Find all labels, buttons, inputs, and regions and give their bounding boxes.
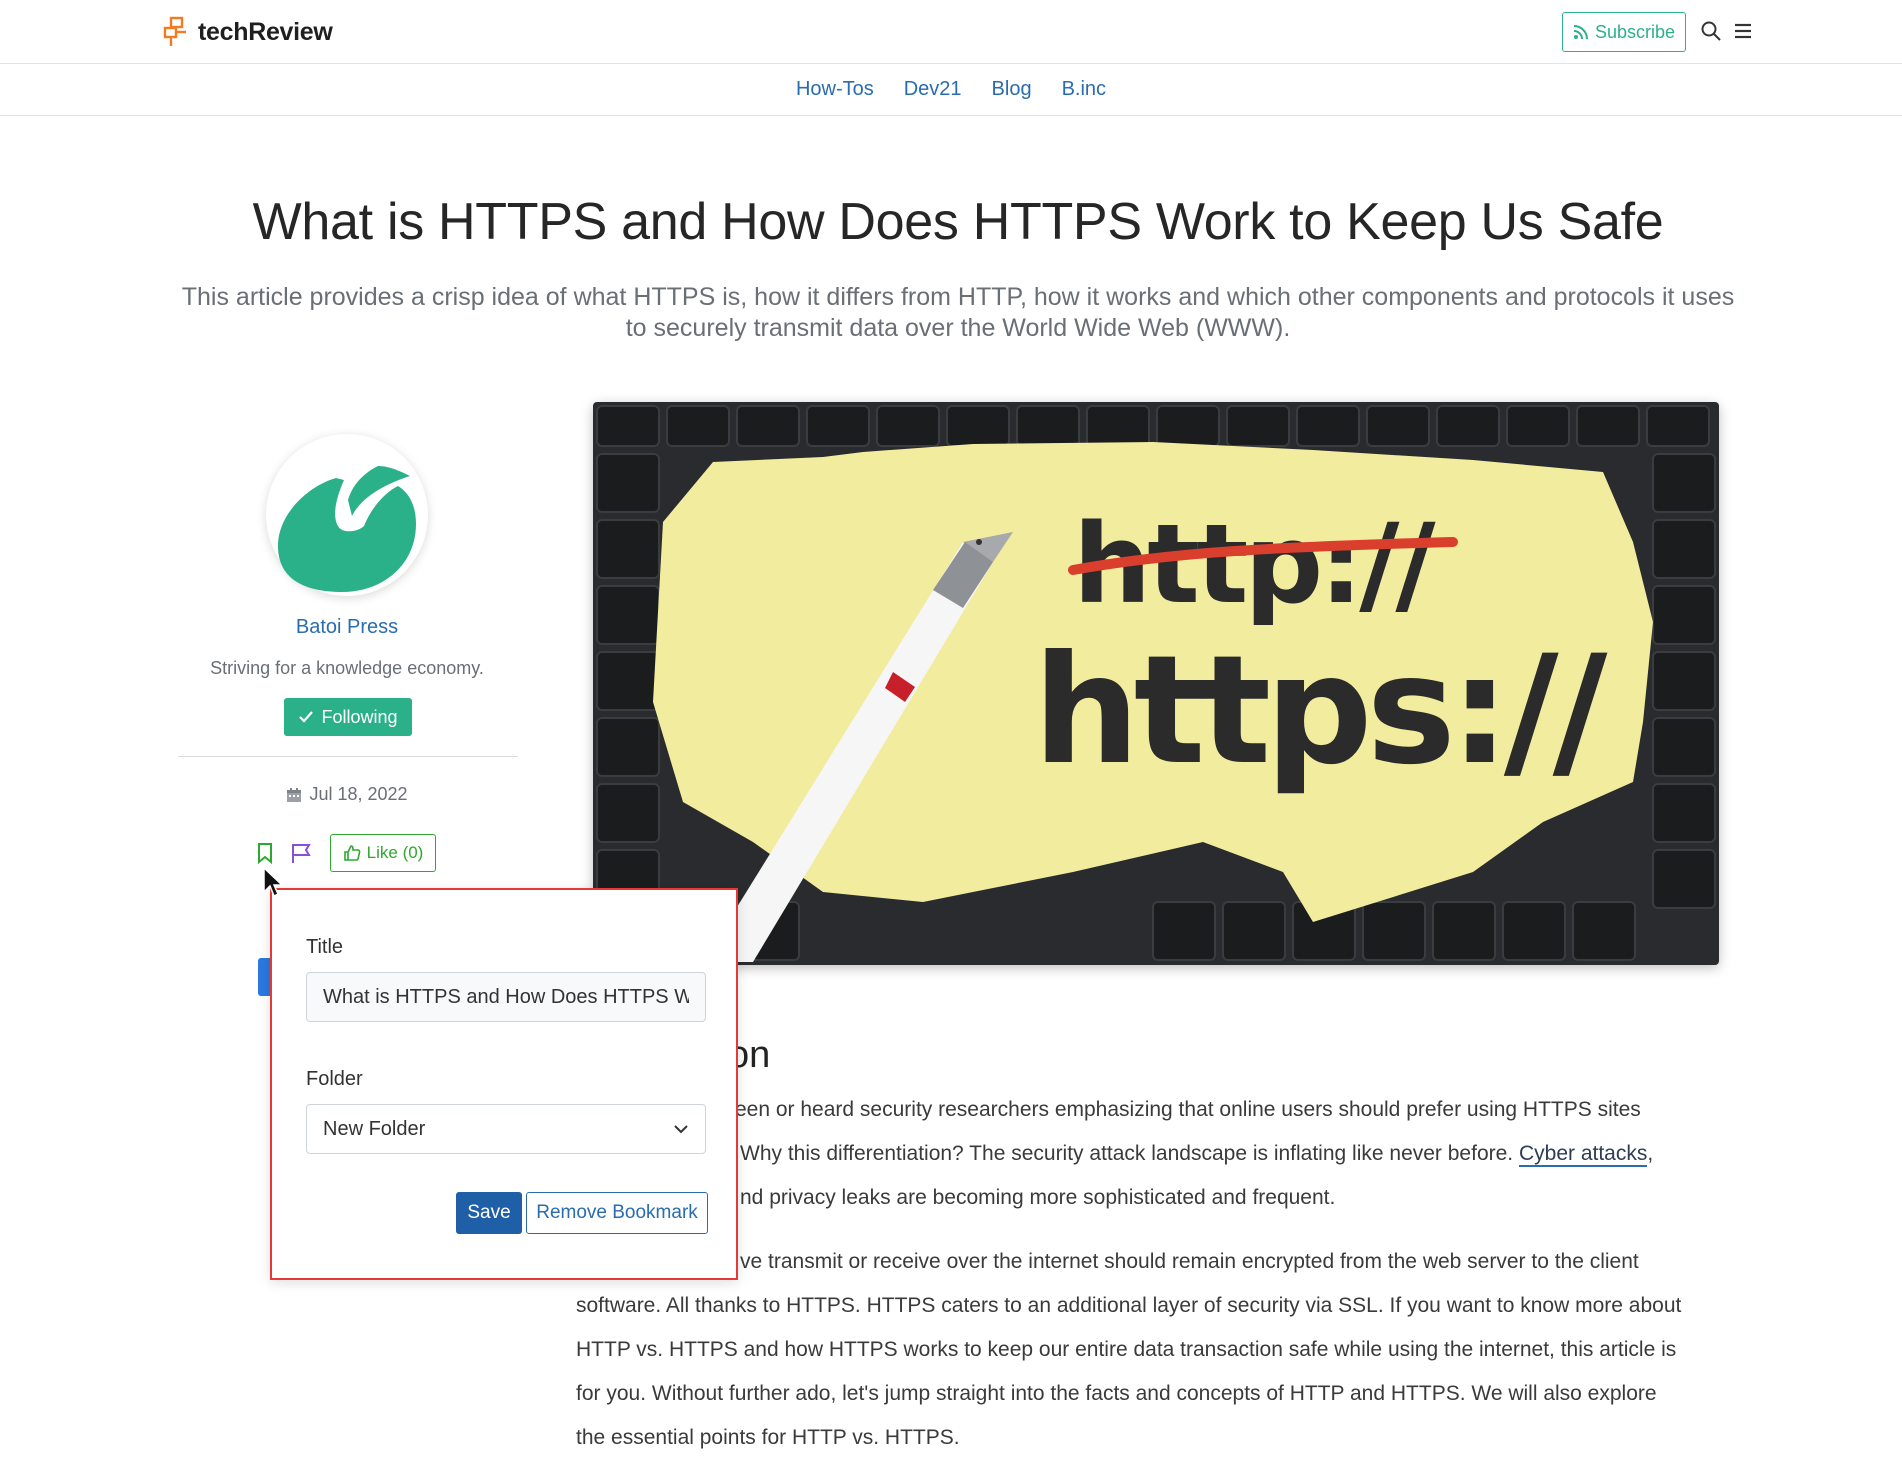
search-icon[interactable] (1700, 20, 1722, 42)
chevron-down-icon (674, 1125, 688, 1134)
thumbs-up-icon (343, 845, 361, 861)
para1-line1: een or heard security researchers emphas… (735, 1098, 1641, 1121)
nav-item-binc[interactable]: B.inc (1062, 78, 1106, 101)
brand-logo[interactable]: techReview (162, 16, 333, 48)
flag-icon[interactable] (290, 842, 312, 864)
share-button-edge[interactable] (258, 958, 270, 996)
mouse-cursor-icon (263, 866, 284, 898)
save-button[interactable]: Save (456, 1192, 522, 1234)
like-button[interactable]: Like (0) (330, 834, 436, 872)
bookmark-folder-value: New Folder (323, 1117, 426, 1140)
calendar-icon (287, 787, 302, 802)
like-label: Like (0) (366, 843, 424, 862)
brand-name: techReview (198, 17, 333, 46)
para1-line2-text: Why this differentiation? The security a… (740, 1142, 1514, 1165)
bookmark-title-input[interactable] (306, 972, 706, 1022)
category-nav: How-Tos Dev21 Blog B.inc (0, 64, 1902, 116)
nav-item-how-tos[interactable]: How-Tos (796, 78, 874, 101)
check-icon (299, 711, 314, 723)
publish-date-text: Jul 18, 2022 (309, 784, 408, 804)
para1-comma: , (1647, 1142, 1654, 1165)
para2-line2: software. All thanks to HTTPS. HTTPS cat… (576, 1294, 1682, 1317)
para2-line3: HTTP vs. HTTPS and how HTTPS works to ke… (576, 1338, 1677, 1361)
author-avatar[interactable] (266, 434, 428, 596)
para2-line5: the essential points for HTTP vs. HTTPS. (576, 1426, 960, 1449)
subscribe-label: Subscribe (1594, 21, 1676, 42)
author-logo-icon (278, 466, 416, 592)
remove-bookmark-button[interactable]: Remove Bookmark (526, 1192, 708, 1234)
article-title: What is HTTPS and How Does HTTPS Work to… (252, 193, 1664, 251)
menu-icon[interactable] (1732, 20, 1754, 42)
para2-line4: for you. Without further ado, let's jump… (576, 1382, 1657, 1405)
hero-illustration: http:// https:// (593, 402, 1719, 965)
bookmark-folder-select[interactable]: New Folder (306, 1104, 706, 1154)
bookmark-icon[interactable] (256, 842, 274, 864)
bookmark-title-label: Title (306, 936, 344, 958)
bookmark-popover: Title Folder New Folder Save Remove Book… (270, 888, 738, 1280)
article-subtitle: This article provides a crisp idea of wh… (181, 283, 1735, 342)
bookmark-folder-label: Folder (306, 1068, 363, 1090)
following-button[interactable]: Following (284, 698, 412, 736)
top-header: techReview Subscribe (0, 0, 1902, 64)
rss-icon (1573, 25, 1588, 40)
para1-line3: nd privacy leaks are becoming more sophi… (740, 1186, 1336, 1209)
following-label: Following (321, 706, 398, 727)
nav-item-dev21[interactable]: Dev21 (904, 78, 962, 101)
para2-line1: ve transmit or receive over the internet… (740, 1250, 1639, 1273)
nav-item-blog[interactable]: Blog (992, 78, 1032, 101)
author-tagline: Striving for a knowledge economy. (210, 658, 484, 678)
publish-date: Jul 18, 2022 (180, 784, 514, 805)
subscribe-button[interactable]: Subscribe (1562, 12, 1686, 52)
hero-main-text: https:// (1033, 624, 1608, 798)
para1-line2: Why this differentiation? The security a… (740, 1132, 1653, 1176)
cyber-attacks-link[interactable]: Cyber attacks (1518, 1142, 1648, 1167)
author-name[interactable]: Batoi Press (180, 616, 514, 639)
brand-logo-icon (163, 16, 186, 46)
hero-image: http:// https:// (593, 402, 1719, 965)
sidebar-divider (178, 756, 518, 757)
